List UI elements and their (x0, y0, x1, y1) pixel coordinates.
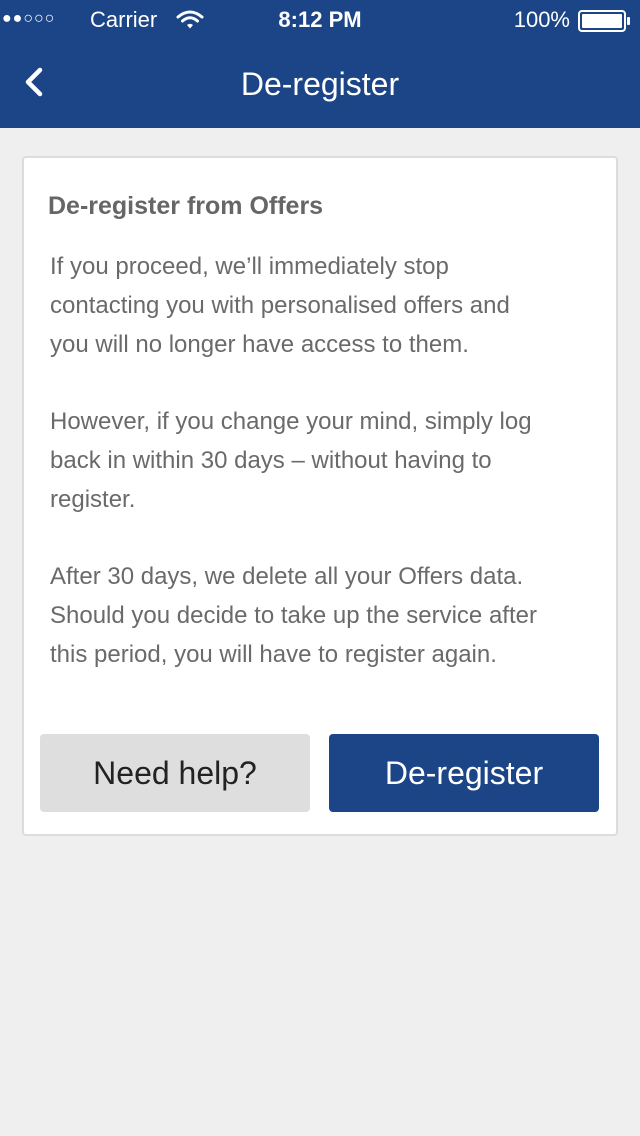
page-title: De-register (240, 66, 400, 102)
header-bar: ●●○○○ Carrier 8:12 PM 100% De-register (0, 0, 640, 128)
battery-icon (578, 10, 632, 38)
info-paragraph-proceed: If you proceed, we’ll immediately stop c… (50, 253, 510, 358)
deregister-card: De-register from Offers If you proceed, … (22, 156, 618, 836)
deregister-button[interactable]: De-register (329, 734, 599, 812)
card-heading: De-register from Offers (48, 192, 324, 220)
info-paragraph-after-30-days: After 30 days, we delete all your Offers… (50, 563, 537, 668)
need-help-button[interactable]: Need help? (40, 734, 310, 812)
card-body: If you proceed, we’ll immediately stop c… (50, 248, 598, 714)
status-bar: ●●○○○ Carrier 8:12 PM 100% (0, 0, 640, 40)
battery-percent: 100% (513, 7, 570, 32)
info-paragraph-change-mind: However, if you change your mind, simply… (50, 408, 532, 513)
navigation-bar: De-register (0, 40, 640, 128)
